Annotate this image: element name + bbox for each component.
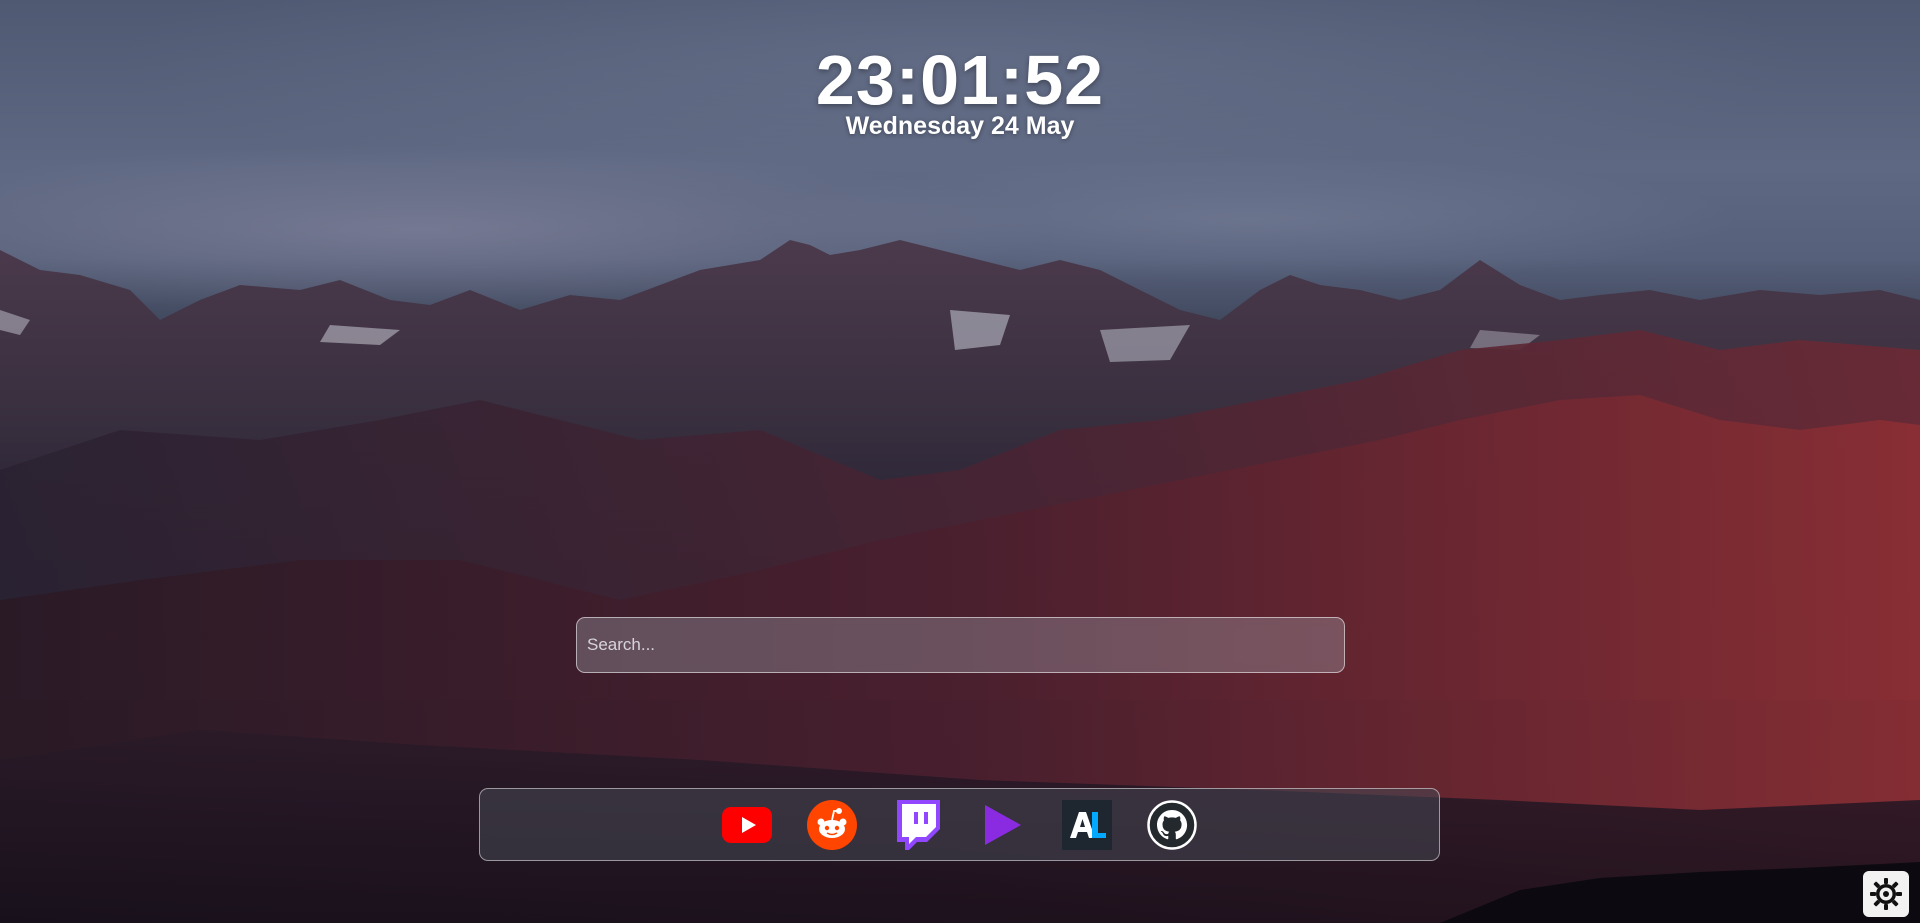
play-triangle-icon <box>985 804 1021 845</box>
youtube-icon <box>722 806 772 843</box>
gear-icon <box>1870 878 1902 910</box>
shortcut-reddit[interactable] <box>807 799 857 850</box>
settings-button[interactable] <box>1863 871 1909 917</box>
clock-date: Wednesday 24 May <box>845 112 1075 140</box>
shortcut-youtube[interactable] <box>722 800 772 850</box>
shortcut-anilist[interactable] <box>1062 799 1112 850</box>
twitch-icon <box>897 799 940 850</box>
search-box <box>576 617 1345 673</box>
shortcut-dock <box>479 788 1440 861</box>
github-icon <box>1147 799 1197 850</box>
reddit-icon <box>807 799 857 850</box>
shortcut-prime-video[interactable] <box>977 800 1027 850</box>
shortcut-twitch[interactable] <box>892 799 942 850</box>
anilist-icon <box>1062 799 1112 850</box>
clock-time: 23:01:52 <box>815 41 1105 119</box>
new-tab-page: 23:01:52 Wednesday 24 May <box>0 0 1920 923</box>
search-input[interactable] <box>576 617 1345 673</box>
shortcut-github[interactable] <box>1147 799 1197 850</box>
